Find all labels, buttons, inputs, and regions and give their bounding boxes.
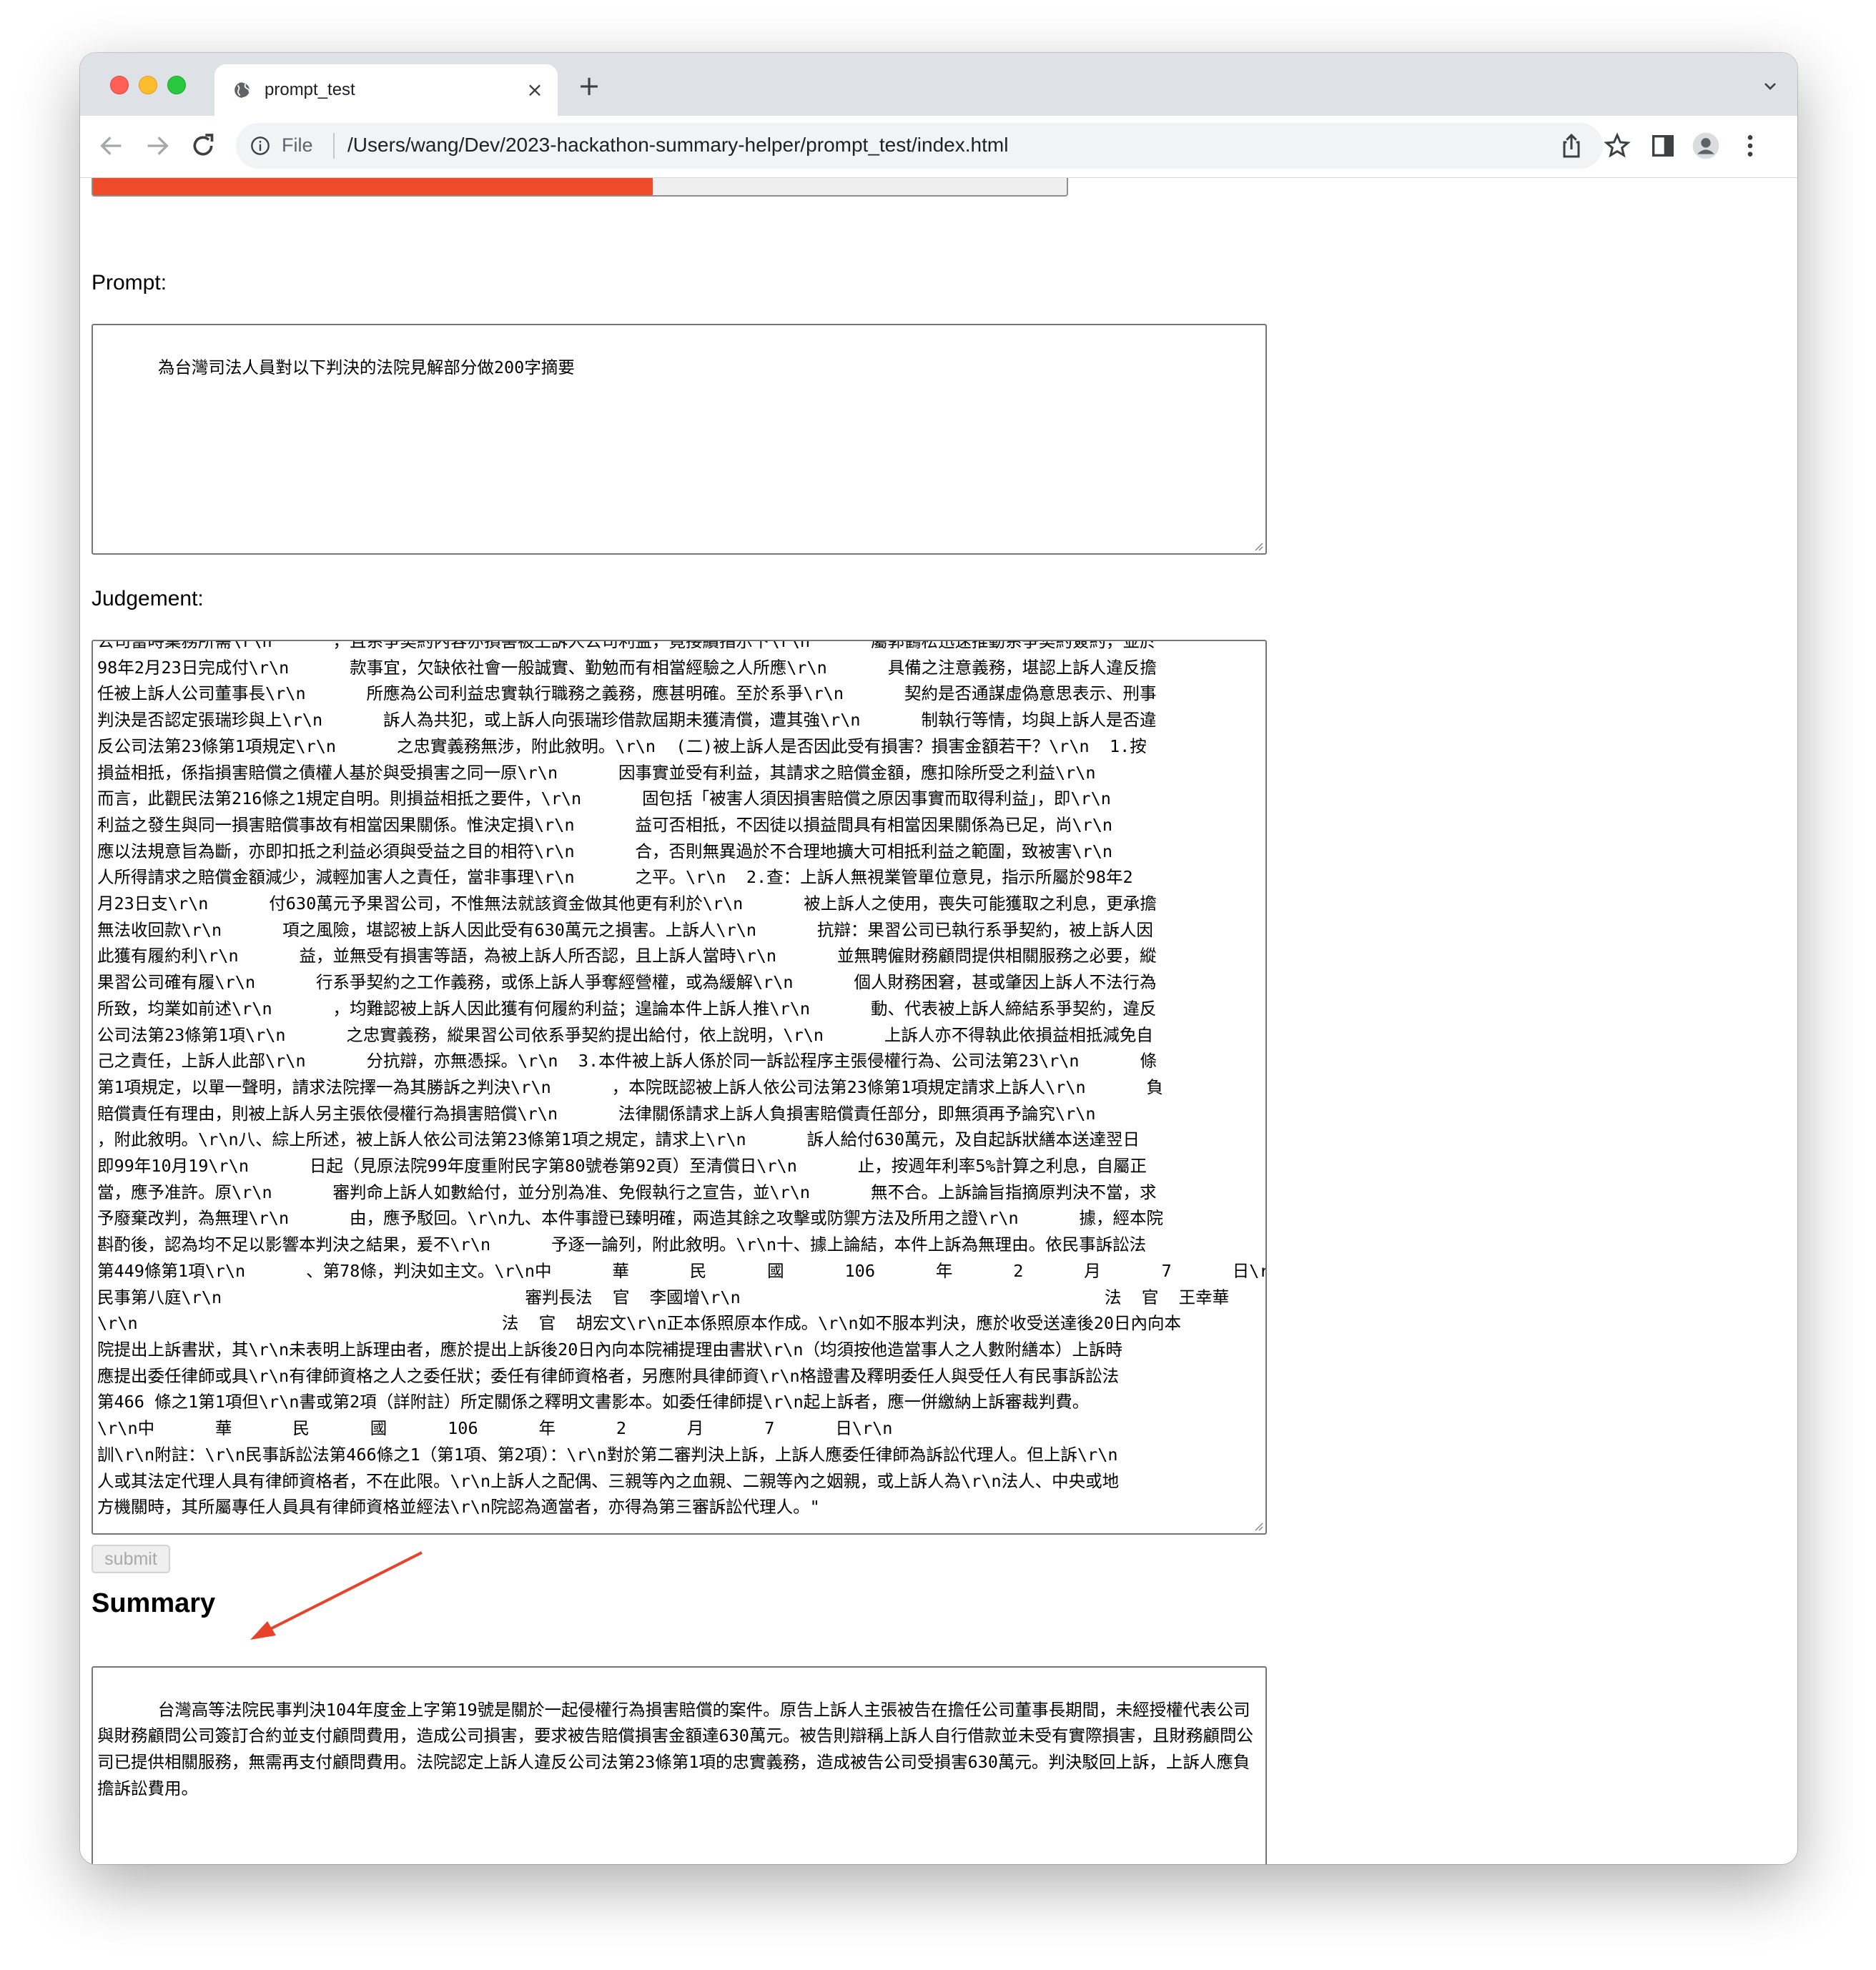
judgement-text: 公司當時業務所需\r\n ，且系爭契約內容亦損害被上訴人公司利益，竟接續指示下\… (97, 640, 1267, 1520)
judgement-line: 院提出上訴書狀，其\r\n未表明上訴理由者，應於提出上訴後20日內向本院補提理由… (97, 1339, 1122, 1360)
judgement-line: 訓\r\n附註：\r\n民事訴訟法第466條之1（第1項、第2項）：\r\n對於… (97, 1444, 1118, 1465)
resize-handle-icon[interactable] (1251, 539, 1264, 552)
judgement-line: 予廢棄改判，為無理\r\n 由，應予駁回。\r\n九、本件事證已臻明確，兩造其餘… (97, 1208, 1164, 1229)
judgement-textarea[interactable]: 公司當時業務所需\r\n ，且系爭契約內容亦損害被上訴人公司利益，竟接續指示下\… (92, 640, 1267, 1535)
judgement-line: 第1項規定，以單一聲明，請求法院擇一為其勝訴之判決\r\n ，本院既認被上訴人依… (97, 1076, 1164, 1097)
prompt-label: Prompt: (92, 271, 167, 294)
tab-prompt-test[interactable]: prompt_test × (214, 64, 558, 116)
judgement-line: 民事第八庭\r\n 審判長法 官 李國增\r\n 法 官 王幸華 (97, 1287, 1230, 1307)
tab-title: prompt_test (265, 80, 355, 99)
judgement-line: 即99年10月19\r\n 日起（見原法院99年度重附民字第80號卷第92頁）至… (97, 1156, 1147, 1177)
judgement-line: 人所得請求之賠償金額減少，減輕加害人之責任，當非事理\r\n 之平。\r\n 2… (97, 867, 1133, 888)
resize-handle-icon[interactable] (1251, 1519, 1264, 1532)
toolbar: File /Users/wang/Dev/2023-hackathon-summ… (80, 116, 1797, 178)
new-tab-button[interactable]: + (575, 71, 603, 100)
menu-kebab-icon[interactable] (1736, 132, 1764, 160)
side-panel-icon[interactable] (1649, 132, 1677, 160)
close-tab-icon[interactable]: × (522, 77, 548, 103)
judgement-line: 果習公司確有履\r\n 行系爭契約之工作義務，或係上訴人爭奪經營權，或為緩解\r… (97, 972, 1157, 993)
info-icon[interactable] (250, 136, 270, 156)
forward-arrow-icon[interactable] (143, 132, 172, 160)
reload-icon[interactable] (189, 132, 217, 160)
judgement-line: 判決是否認定張瑞珍與上\r\n 訴人為共犯，或上訴人向張瑞珍借款屆期未獲清償，遭… (97, 710, 1157, 731)
judgement-line: 此獲有履約利\r\n 益，並無受有損害等語，為被上訴人所否認，且上訴人當時\r\… (97, 946, 1157, 966)
judgement-line: \r\n 法 官 胡宏文\r\n正本係照原本作成。\r\n如不服本判決，應於收受… (97, 1313, 1182, 1334)
judgement-line: 賠償責任有理由，則被上訴人另主張依侵權行為損害賠償\r\n 法律關係請求上訴人負… (97, 1103, 1096, 1124)
judgement-line: 人或其法定代理人具有律師資格者，不在此限。\r\n上訴人之配偶、三親等內之血親、… (97, 1470, 1120, 1491)
judgement-line: 損益相抵，係指損害賠償之債權人基於與受損害之同一原\r\n 因事實並受有利益，其… (97, 762, 1096, 783)
profile-avatar-icon[interactable] (1692, 132, 1720, 160)
judgement-line: 應以法規意旨為斷，亦即扣抵之利益必須與受益之目的相符\r\n 合，否則無異過於不… (97, 841, 1113, 861)
submit-button[interactable]: submit (92, 1545, 170, 1573)
url-scheme-label: File (282, 134, 313, 156)
judgement-line: 任被上訴人公司董事長\r\n 所應為公司利益忠實執行職務之義務，應甚明確。至於系… (97, 683, 1157, 704)
progress-bar (92, 178, 1068, 197)
prompt-textarea[interactable]: 為台灣司法人員對以下判決的法院見解部分做200字摘要 (92, 324, 1267, 555)
chevron-down-icon[interactable] (1762, 77, 1779, 94)
minimize-window-button[interactable] (139, 76, 157, 94)
judgement-line: 第466 條之1第1項但\r\n書或第2項（詳附註）所定關係之釋明文書影本。如委… (97, 1392, 1090, 1412)
address-bar[interactable]: File /Users/wang/Dev/2023-hackathon-summ… (236, 123, 1603, 169)
judgement-line: 第449條第1項\r\n 、第78條，判決如主文。\r\n中 華 民 國 106… (97, 1260, 1267, 1281)
summary-textarea[interactable]: 台灣高等法院民事判決104年度金上字第19號是關於一起侵權行為損害賠償的案件。原… (92, 1666, 1267, 1864)
judgement-line: 98年2月23日完成付\r\n 款事宜，欠缺依社會一般誠實、勤勉而有相當經驗之人… (97, 657, 1157, 678)
judgement-line: 當，應予准許。原\r\n 審判命上訴人如數給付，並分別為准、免假執行之宣告，並\… (97, 1182, 1157, 1202)
progress-fill (93, 178, 653, 195)
prompt-text: 為台灣司法人員對以下判決的法院見解部分做200字摘要 (157, 357, 575, 377)
judgement-line: 月23日支\r\n 付630萬元予果習公司，不惟無法就該資金做其他更有利於\r\… (97, 894, 1157, 914)
judgement-line: 公司當時業務所需\r\n ，且系爭契約內容亦損害被上訴人公司利益，竟接續指示下\… (97, 640, 1157, 651)
url-text[interactable]: /Users/wang/Dev/2023-hackathon-summary-h… (347, 134, 1008, 157)
judgement-line: 利益之發生與同一損害賠償事故有相當因果關係。惟決定損\r\n 益可否相抵，不因徒… (97, 814, 1113, 835)
back-arrow-icon[interactable] (97, 132, 126, 160)
judgement-line: 斟酌後，認為均不足以影響本判決之結果，爰不\r\n 予逐一論列，附此敘明。\r\… (97, 1234, 1147, 1255)
judgement-line: ，附此敘明。\r\n八、綜上所述，被上訴人依公司法第23條第1項之規定，請求上\… (97, 1129, 1140, 1150)
globe-icon (234, 81, 251, 99)
page-content: Prompt: 為台灣司法人員對以下判決的法院見解部分做200字摘要 Judge… (80, 178, 1797, 1864)
judgement-label: Judgement: (92, 587, 204, 610)
browser-window: prompt_test × + File /Users/wang/Dev/202… (80, 53, 1797, 1864)
zoom-window-button[interactable] (167, 76, 186, 94)
judgement-line: 反公司法第23條第1項規定\r\n 之忠實義務無涉，附此敘明。\r\n (二)被… (97, 736, 1147, 756)
summary-heading: Summary (92, 1588, 216, 1618)
judgement-line: 公司法第23條第1項\r\n 之忠實義務，縱果習公司依系爭契約提出給付，依上說明… (97, 1024, 1153, 1045)
judgement-line: \r\n中 華 民 國 106 年 2 月 7 日\r\n 書記官 陳永 (97, 1418, 893, 1439)
bookmark-star-icon[interactable] (1603, 132, 1631, 160)
judgement-line: 而言，此觀民法第216條之1規定自明。則損益相抵之要件，\r\n 固包括「被害人… (97, 788, 1111, 809)
judgement-line: 方機關時，其所屬專任人員具有律師資格並經法\r\n院認為適當者，亦得為第三審訴訟… (97, 1497, 820, 1518)
summary-text: 台灣高等法院民事判決104年度金上字第19號是關於一起侵權行為損害賠償的案件。原… (97, 1699, 1253, 1798)
share-icon[interactable] (1557, 132, 1586, 160)
judgement-line: 無法收回款\r\n 項之風險，堪認被上訴人因此受有630萬元之損害。上訴人\r\… (97, 919, 1153, 940)
url-separator (333, 133, 335, 159)
judgement-line: 應提出委任律師或具\r\n有律師資格之人之委任狀；委任有律師資格者，另應附具律師… (97, 1365, 1120, 1386)
judgement-line: 所致，均業如前述\r\n ，均難認被上訴人因此獲有何履約利益；遑論本件上訴人推\… (97, 998, 1157, 1019)
close-window-button[interactable] (110, 76, 129, 94)
judgement-line: 己之責任，上訴人此部\r\n 分抗辯，亦無憑採。\r\n 3.本件被上訴人係於同… (97, 1051, 1157, 1071)
tab-bar: prompt_test × + (80, 53, 1797, 116)
